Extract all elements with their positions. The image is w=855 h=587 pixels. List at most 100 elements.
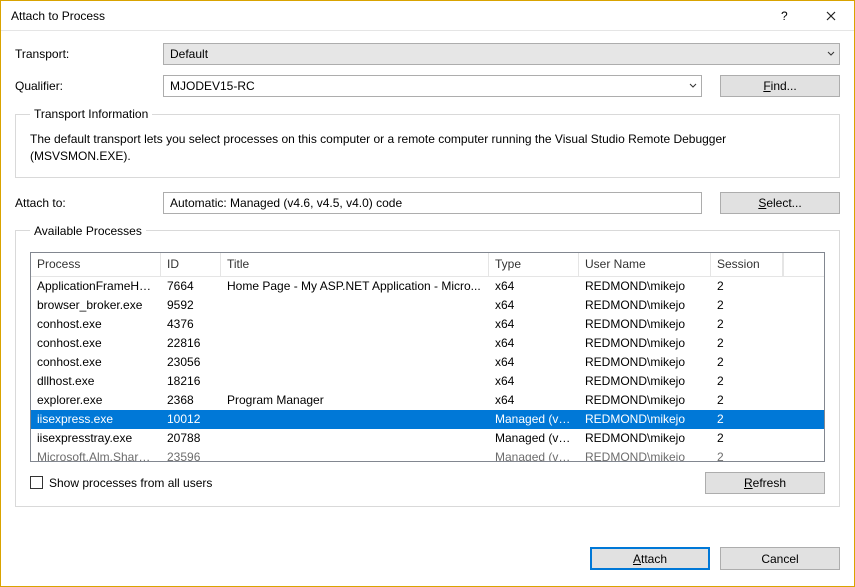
table-row[interactable]: ApplicationFrameHos...7664Home Page - My… [31, 277, 824, 296]
table-row[interactable]: iisexpress.exe10012Managed (v4....REDMON… [31, 410, 824, 429]
show-all-users-checkbox[interactable]: Show processes from all users [30, 476, 212, 490]
cell: 23056 [161, 354, 221, 370]
col-process[interactable]: Process [31, 253, 161, 276]
chevron-down-icon [689, 79, 697, 93]
dialog-buttons: Attach Cancel [1, 533, 854, 586]
qualifier-value: MJODEV15-RC [170, 79, 255, 93]
cell: x64 [489, 373, 579, 389]
qualifier-label: Qualifier: [15, 79, 155, 93]
transport-label: Transport: [15, 47, 155, 61]
checkbox-icon [30, 476, 43, 489]
chevron-down-icon [827, 47, 835, 61]
qualifier-dropdown[interactable]: MJODEV15-RC [163, 75, 702, 97]
table-row[interactable]: conhost.exe23056x64REDMOND\mikejo2 [31, 353, 824, 372]
cell: ApplicationFrameHos... [31, 278, 161, 294]
cell: Microsoft.Alm.Shared.... [31, 449, 161, 461]
available-processes-legend: Available Processes [30, 224, 146, 238]
table-row[interactable]: dllhost.exe18216 x64REDMOND\mikejo2 [31, 372, 824, 391]
cell [221, 361, 489, 363]
transport-info-text: The default transport lets you select pr… [30, 131, 825, 165]
refresh-button[interactable]: Refresh [705, 472, 825, 494]
cell: 10012 [161, 411, 221, 427]
cell: REDMOND\mikejo [579, 449, 711, 461]
cell: Home Page - My ASP.NET Application - Mic… [221, 278, 489, 294]
table-row[interactable]: Microsoft.Alm.Shared....23596Managed (v4… [31, 448, 824, 461]
cell: REDMOND\mikejo [579, 373, 711, 389]
col-session[interactable]: Session [711, 253, 783, 276]
cell: 2368 [161, 392, 221, 408]
cell: x64 [489, 316, 579, 332]
table-row[interactable]: conhost.exe22816x64REDMOND\mikejo2 [31, 334, 824, 353]
col-user[interactable]: User Name [579, 253, 711, 276]
process-table: Process ID Title Type User Name Session … [30, 252, 825, 462]
processes-bottom-row: Show processes from all users Refresh [30, 472, 825, 494]
cell: 2 [711, 430, 783, 446]
horizontal-scrollbar[interactable] [31, 461, 824, 462]
cell: REDMOND\mikejo [579, 392, 711, 408]
cell: Managed (v4.... [489, 430, 579, 446]
table-row[interactable]: conhost.exe4376x64REDMOND\mikejo2 [31, 315, 824, 334]
table-row[interactable]: iisexpresstray.exe20788 Managed (v4....RE… [31, 429, 824, 448]
cell: browser_broker.exe [31, 297, 161, 313]
cell: 2 [711, 449, 783, 461]
attach-to-value: Automatic: Managed (v4.6, v4.5, v4.0) co… [170, 196, 402, 210]
attach-to-label: Attach to: [15, 196, 155, 210]
cell [221, 304, 489, 306]
window-title: Attach to Process [11, 9, 762, 23]
cell [221, 437, 489, 439]
cell: explorer.exe [31, 392, 161, 408]
cell: 4376 [161, 316, 221, 332]
select-button[interactable]: Select... [720, 192, 840, 214]
cell: x64 [489, 354, 579, 370]
cell: REDMOND\mikejo [579, 411, 711, 427]
cell [221, 380, 489, 382]
col-title[interactable]: Title [221, 253, 489, 276]
cell: 20788 [161, 430, 221, 446]
titlebar: Attach to Process ? [1, 1, 854, 31]
transport-info-group: Transport Information The default transp… [15, 107, 840, 178]
transport-value: Default [170, 47, 208, 61]
scrollbar-spacer [783, 253, 800, 276]
attach-to-field: Automatic: Managed (v4.6, v4.5, v4.0) co… [163, 192, 702, 214]
cell: x64 [489, 278, 579, 294]
col-id[interactable]: ID [161, 253, 221, 276]
cell: REDMOND\mikejo [579, 354, 711, 370]
cell [221, 342, 489, 344]
cancel-label: Cancel [761, 552, 798, 566]
cell: REDMOND\mikejo [579, 316, 711, 332]
cell: conhost.exe [31, 335, 161, 351]
cell: conhost.exe [31, 316, 161, 332]
close-button[interactable] [808, 1, 854, 31]
find-button[interactable]: Find... [720, 75, 840, 97]
cell: REDMOND\mikejo [579, 278, 711, 294]
cell: 2 [711, 392, 783, 408]
transport-dropdown[interactable]: Default [163, 43, 840, 65]
cell: 18216 [161, 373, 221, 389]
cell: 2 [711, 373, 783, 389]
cell: Program Manager [221, 392, 489, 408]
cancel-button[interactable]: Cancel [720, 547, 840, 570]
help-button[interactable]: ? [762, 1, 808, 31]
attach-to-process-dialog: Attach to Process ? Transport: Default Q… [0, 0, 855, 587]
cell: 2 [711, 354, 783, 370]
cell: REDMOND\mikejo [579, 430, 711, 446]
cell: REDMOND\mikejo [579, 297, 711, 313]
table-header: Process ID Title Type User Name Session [31, 253, 824, 277]
cell: 2 [711, 278, 783, 294]
cell: dllhost.exe [31, 373, 161, 389]
dialog-content: Transport: Default Qualifier: MJODEV15-R… [1, 31, 854, 533]
cell: iisexpresstray.exe [31, 430, 161, 446]
table-row[interactable]: explorer.exe2368Program Managerx64REDMON… [31, 391, 824, 410]
table-body[interactable]: ApplicationFrameHos...7664Home Page - My… [31, 277, 824, 461]
cell [221, 323, 489, 325]
cell: 22816 [161, 335, 221, 351]
table-row[interactable]: browser_broker.exe9592x64REDMOND\mikejo2 [31, 296, 824, 315]
cell: 7664 [161, 278, 221, 294]
cell: 2 [711, 411, 783, 427]
col-type[interactable]: Type [489, 253, 579, 276]
cell: x64 [489, 392, 579, 408]
svg-text:?: ? [781, 11, 788, 21]
cell: Managed (v4.... [489, 411, 579, 427]
cell: 23596 [161, 449, 221, 461]
attach-button[interactable]: Attach [590, 547, 710, 570]
